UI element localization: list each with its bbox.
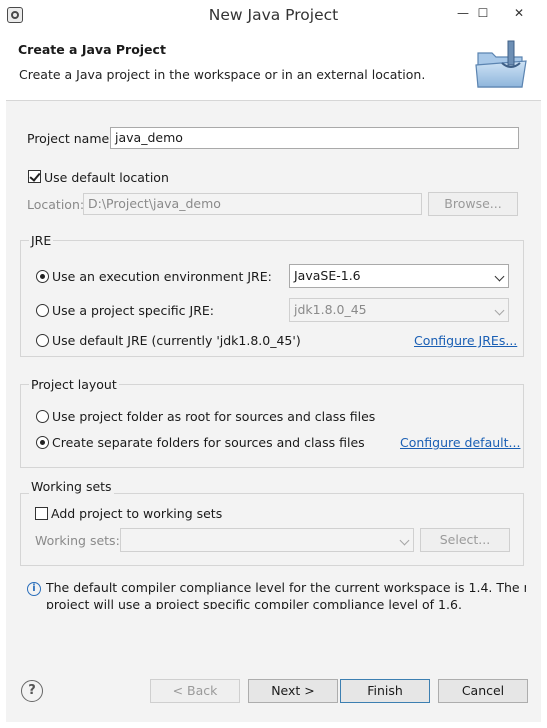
wizard-content: Project name: java_demo Use default loca…	[6, 101, 541, 661]
cancel-button[interactable]: Cancel	[438, 679, 528, 703]
execution-env-select[interactable]: JavaSE-1.6	[289, 264, 509, 288]
help-icon[interactable]: ?	[21, 680, 43, 702]
layout-separate-radio[interactable]	[36, 436, 49, 449]
info-icon: i	[27, 582, 41, 596]
configure-default-link[interactable]: Configure default...	[400, 435, 520, 450]
jre-execution-env-radio[interactable]	[36, 270, 49, 283]
info-message: The default compiler compliance level fo…	[46, 579, 526, 609]
project-specific-jre-value: jdk1.8.0_45	[294, 302, 367, 317]
chevron-down-icon	[494, 271, 505, 282]
chevron-down-icon	[494, 305, 505, 316]
maximize-button[interactable]: ☐	[469, 3, 497, 23]
configure-jres-link[interactable]: Configure JREs...	[414, 333, 517, 348]
finish-button[interactable]: Finish	[340, 679, 430, 703]
location-label: Location:	[27, 197, 85, 212]
working-sets-select[interactable]	[120, 528, 414, 552]
select-working-sets-button[interactable]: Select...	[420, 528, 510, 552]
layout-root-radio[interactable]	[36, 410, 49, 423]
project-layout-group	[20, 384, 524, 468]
title-bar: New Java Project — ☐ ✕	[0, 0, 547, 31]
wizard-title: Create a Java Project	[18, 42, 166, 57]
close-button[interactable]: ✕	[505, 3, 533, 23]
layout-root-label: Use project folder as root for sources a…	[52, 409, 376, 424]
info-line-2: project will use a project specific comp…	[46, 597, 462, 609]
project-specific-jre-select[interactable]: jdk1.8.0_45	[289, 298, 509, 322]
browse-button[interactable]: Browse...	[428, 192, 518, 216]
working-sets-group-label: Working sets	[29, 479, 114, 494]
add-to-working-sets-checkbox[interactable]	[35, 507, 48, 520]
jre-project-specific-radio[interactable]	[36, 304, 49, 317]
next-button[interactable]: Next >	[248, 679, 338, 703]
execution-env-value: JavaSE-1.6	[294, 268, 361, 283]
jre-default-radio[interactable]	[36, 334, 49, 347]
working-sets-label: Working sets:	[35, 533, 120, 548]
java-project-folder-icon	[475, 40, 527, 88]
back-button[interactable]: < Back	[150, 679, 240, 703]
jre-project-specific-label: Use a project specific JRE:	[52, 303, 214, 318]
wizard-description: Create a Java project in the workspace o…	[19, 67, 426, 82]
project-name-input[interactable]: java_demo	[110, 127, 519, 149]
layout-separate-label: Create separate folders for sources and …	[52, 435, 365, 450]
project-name-label: Project name:	[27, 131, 114, 146]
info-line-1: The default compiler compliance level fo…	[46, 580, 526, 595]
wizard-footer: ? < Back Next > Finish Cancel	[6, 661, 541, 722]
chevron-down-icon	[399, 535, 410, 546]
project-layout-group-label: Project layout	[29, 377, 119, 392]
use-default-location-label: Use default location	[44, 170, 169, 185]
wizard-header: Create a Java Project Create a Java proj…	[6, 31, 541, 100]
jre-group-label: JRE	[29, 233, 54, 248]
location-input[interactable]: D:\Project\java_demo	[83, 193, 422, 215]
jre-default-label: Use default JRE (currently 'jdk1.8.0_45'…	[52, 333, 301, 348]
use-default-location-checkbox[interactable]	[28, 170, 41, 183]
add-to-working-sets-label: Add project to working sets	[51, 506, 223, 521]
jre-execution-env-label: Use an execution environment JRE:	[52, 269, 272, 284]
